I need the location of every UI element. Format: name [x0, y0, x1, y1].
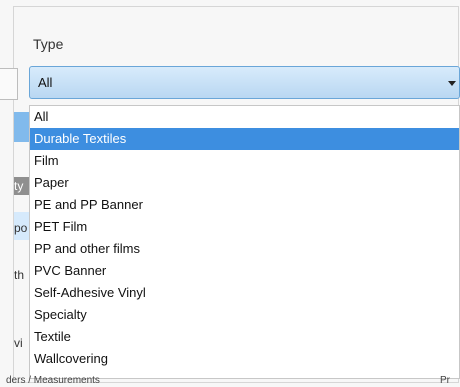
dropdown-option-all[interactable]: All — [30, 106, 459, 128]
type-dropdown-list[interactable]: All Durable Textiles Film Paper PE and P… — [29, 105, 460, 379]
dropdown-option-paper[interactable]: Paper — [30, 172, 459, 194]
background-text-fragment: ders / Measurements — [6, 375, 100, 386]
background-text-fragment: th — [14, 268, 25, 282]
background-text-fragment: vi — [14, 336, 23, 350]
background-text-fragment: ty — [14, 179, 24, 193]
dropdown-arrow-icon[interactable] — [448, 81, 456, 86]
dropdown-option-pvc-banner[interactable]: PVC Banner — [30, 260, 459, 282]
dropdown-option-specialty[interactable]: Specialty — [30, 304, 459, 326]
dropdown-option-durable-textiles[interactable]: Durable Textiles — [30, 128, 459, 150]
background-field-edge — [0, 68, 18, 100]
background-highlight-fragment — [14, 112, 29, 142]
dropdown-option-wallcovering[interactable]: Wallcovering — [30, 348, 459, 370]
background-text-fragment: po — [14, 221, 28, 235]
dropdown-option-pet-film[interactable]: PET Film — [30, 216, 459, 238]
dropdown-option-pe-and-pp-banner[interactable]: PE and PP Banner — [30, 194, 459, 216]
type-select[interactable]: All — [29, 66, 460, 99]
dropdown-option-textile[interactable]: Textile — [30, 326, 459, 348]
dropdown-option-self-adhesive-vinyl[interactable]: Self-Adhesive Vinyl — [30, 282, 459, 304]
type-label: Type — [33, 36, 64, 52]
dropdown-option-pp-and-other-films[interactable]: PP and other films — [30, 238, 459, 260]
filter-panel: ty po th vi Type All All Durable Textile… — [0, 0, 460, 387]
background-text-fragment: Pr — [440, 375, 450, 386]
type-select-value: All — [38, 75, 53, 90]
dropdown-option-film[interactable]: Film — [30, 150, 459, 172]
